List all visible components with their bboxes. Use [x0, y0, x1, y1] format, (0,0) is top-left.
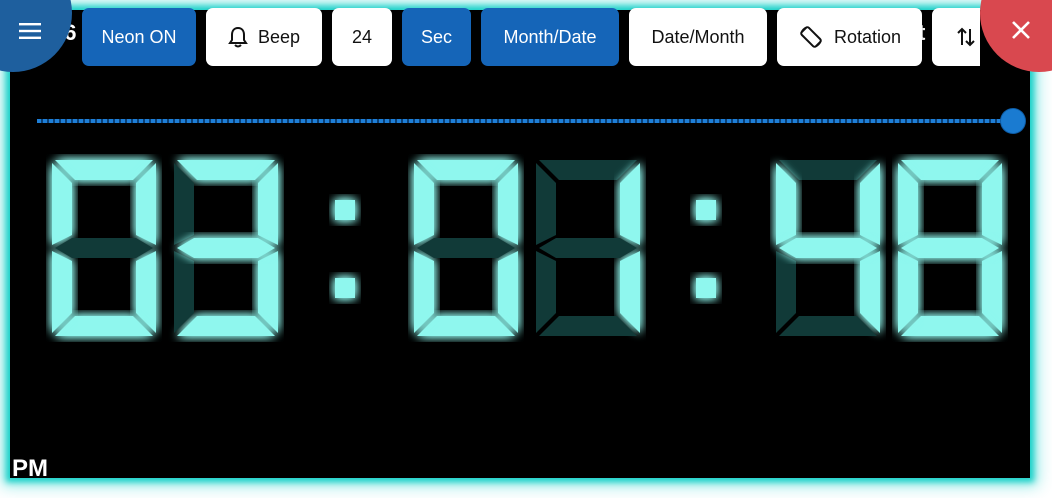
- digit-segment: [539, 238, 637, 258]
- clock-digit: [776, 160, 880, 336]
- month-date-label: Month/Date: [503, 26, 597, 47]
- month-date-button[interactable]: Month/Date: [481, 8, 619, 66]
- rotation-icon: [800, 26, 822, 48]
- digit-segment: [52, 163, 72, 245]
- digit-segment: [417, 238, 515, 258]
- digit-segment: [174, 163, 194, 245]
- close-icon: [1012, 21, 1030, 39]
- digit-segment: [498, 163, 518, 245]
- digit-segment: [258, 163, 278, 245]
- digit-segment: [901, 160, 999, 180]
- clock-digit: [174, 160, 278, 336]
- digit-segment: [536, 251, 556, 333]
- digit-segment: [258, 251, 278, 333]
- digit-segment: [136, 251, 156, 333]
- digit-segment: [779, 160, 877, 180]
- digit-segment: [901, 316, 999, 336]
- digit-segment: [539, 316, 637, 336]
- brightness-slider-thumb[interactable]: [1001, 109, 1025, 133]
- seconds-toggle-button[interactable]: Sec: [402, 8, 471, 66]
- digit-segment: [982, 251, 1002, 333]
- digit-segment: [860, 163, 880, 245]
- hour-format-label: 24: [351, 26, 373, 47]
- digital-clock-display: [52, 160, 1002, 336]
- digit-segment: [860, 251, 880, 333]
- neon-label: Neon ON: [101, 26, 177, 47]
- digit-segment: [55, 238, 153, 258]
- sort-button[interactable]: [932, 8, 980, 66]
- sort-arrows-icon: [957, 27, 975, 47]
- seconds-label: Sec: [420, 26, 453, 47]
- digit-segment: [177, 238, 275, 258]
- digit-segment: [620, 251, 640, 333]
- digit-segment: [982, 163, 1002, 245]
- digit-segment: [414, 251, 434, 333]
- rotation-button[interactable]: Rotation: [777, 8, 922, 66]
- digit-segment: [417, 160, 515, 180]
- digit-segment: [620, 163, 640, 245]
- digit-segment: [776, 251, 796, 333]
- digit-segment: [539, 160, 637, 180]
- colon-dot: [696, 278, 716, 298]
- beep-label: Beep: [257, 26, 301, 47]
- digit-segment: [898, 251, 918, 333]
- bell-icon: [228, 26, 248, 48]
- digit-segment: [776, 163, 796, 245]
- settings-toolbar: Neon ON Beep 24 Sec Month/Date Date/Mont…: [82, 8, 980, 68]
- digit-segment: [52, 251, 72, 333]
- digit-segment: [898, 163, 918, 245]
- rotation-label: Rotation: [833, 26, 902, 47]
- beep-toggle-button[interactable]: Beep: [206, 8, 322, 66]
- digit-segment: [414, 163, 434, 245]
- digit-segment: [779, 316, 877, 336]
- clock-digit: [414, 160, 518, 336]
- date-month-button[interactable]: Date/Month: [629, 8, 767, 66]
- digit-segment: [177, 160, 275, 180]
- digit-segment: [536, 163, 556, 245]
- digit-segment: [417, 316, 515, 336]
- clock-digit: [898, 160, 1002, 336]
- clock-digit: [52, 160, 156, 336]
- digit-segment: [498, 251, 518, 333]
- digit-segment: [55, 316, 153, 336]
- hamburger-menu-icon: [19, 23, 41, 39]
- clock-digit: [536, 160, 640, 336]
- colon-dot: [335, 278, 355, 298]
- digit-segment: [136, 163, 156, 245]
- colon-dot: [335, 200, 355, 220]
- digit-segment: [779, 238, 877, 258]
- digit-segment: [177, 316, 275, 336]
- digit-segment: [901, 238, 999, 258]
- colon-dot: [696, 200, 716, 220]
- neon-toggle-button[interactable]: Neon ON: [82, 8, 196, 66]
- digit-segment: [55, 160, 153, 180]
- date-month-label: Date/Month: [651, 26, 745, 47]
- brightness-slider-track[interactable]: [37, 119, 1013, 123]
- digit-segment: [174, 251, 194, 333]
- hour-format-button[interactable]: 24: [332, 8, 392, 66]
